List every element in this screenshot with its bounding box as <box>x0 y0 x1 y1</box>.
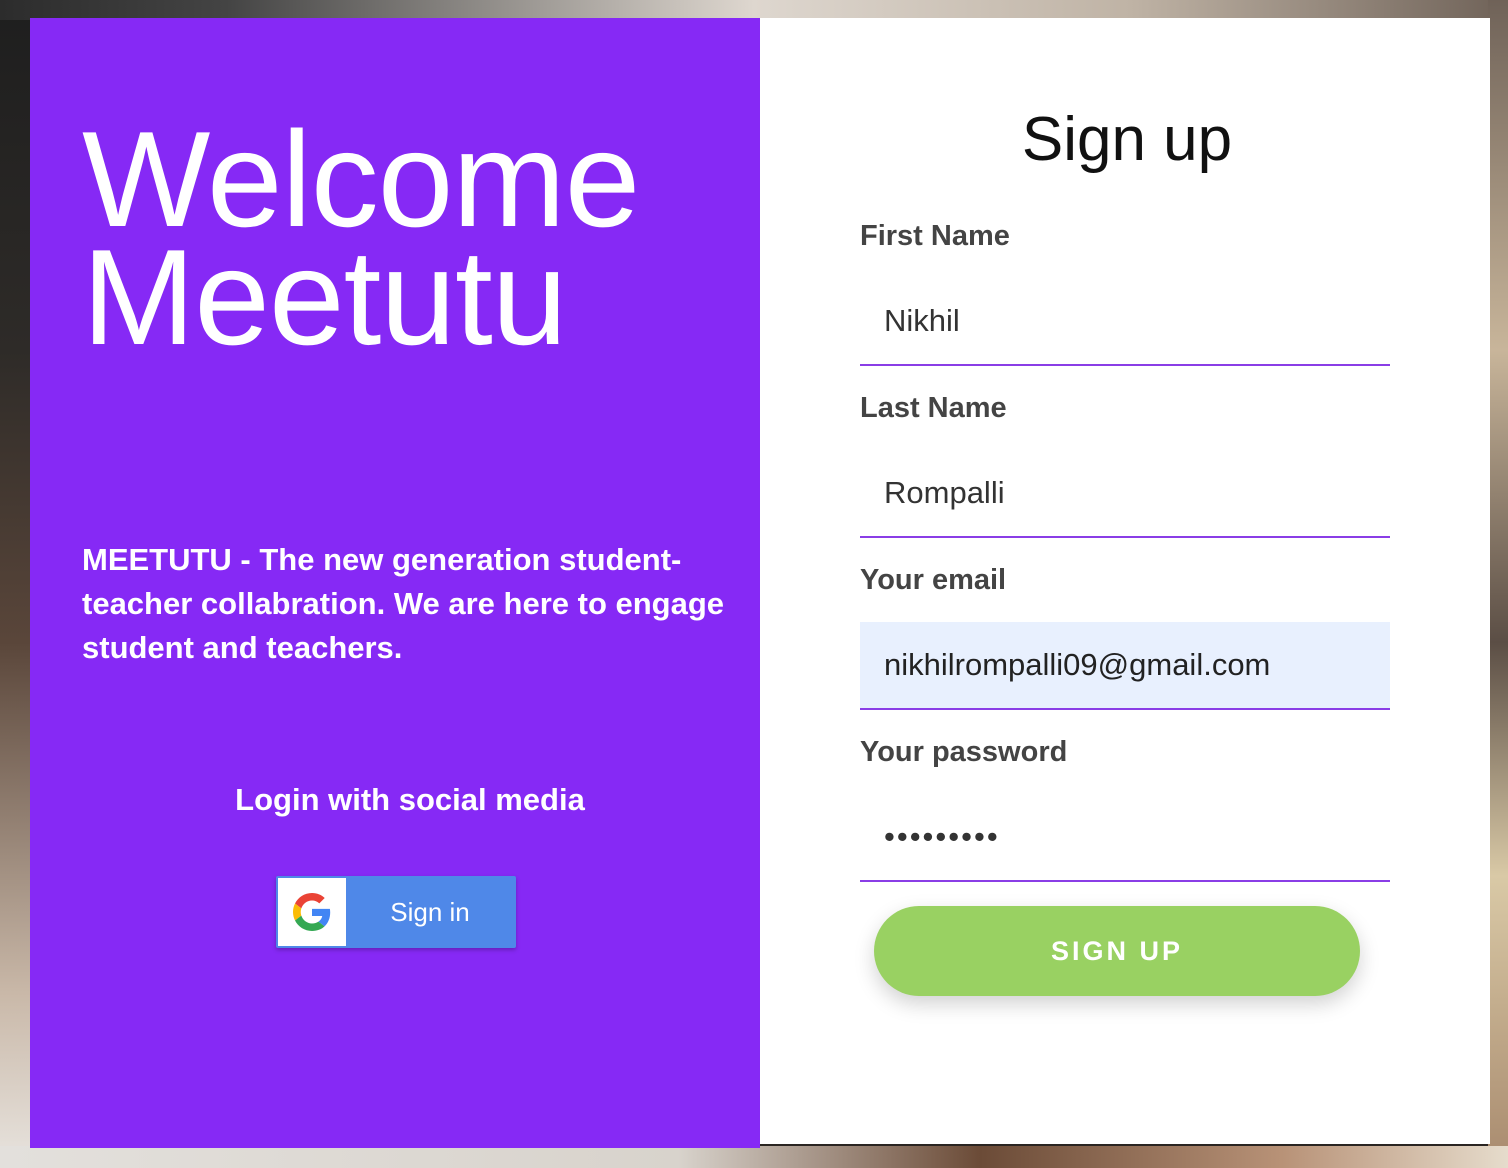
background-bottom-edge <box>0 1146 1508 1168</box>
google-icon-container <box>278 878 346 946</box>
first-name-label: First Name <box>860 220 1010 252</box>
email-input[interactable] <box>860 622 1390 710</box>
social-login-title: Login with social media <box>235 782 585 817</box>
email-field: Your email <box>860 564 1390 710</box>
welcome-heading: Welcome Meetutu <box>82 111 722 373</box>
google-sign-in-button[interactable]: Sign in <box>276 876 516 948</box>
background-top-edge <box>0 0 1508 20</box>
last-name-field: Last Name <box>860 392 1390 538</box>
password-field: Your password <box>860 736 1390 882</box>
first-name-input[interactable] <box>860 278 1390 366</box>
google-sign-in-label: Sign in <box>390 896 470 927</box>
background-right-edge <box>1488 0 1508 1168</box>
last-name-input[interactable] <box>860 450 1390 538</box>
welcome-line-2: Meetutu <box>82 221 567 373</box>
sign-up-button[interactable]: SIGN UP <box>874 906 1360 996</box>
welcome-panel: Welcome Meetutu MEETUTU - The new genera… <box>30 18 760 1148</box>
email-label: Your email <box>860 564 1007 596</box>
first-name-field: First Name <box>860 220 1390 366</box>
password-label: Your password <box>860 736 1068 768</box>
password-input[interactable] <box>860 794 1390 882</box>
signup-form-panel: Sign up First Name Last Name Your email … <box>760 18 1490 1144</box>
tagline-text: MEETUTU - The new generation student-tea… <box>82 542 725 665</box>
google-g-icon <box>293 893 331 931</box>
last-name-label: Last Name <box>860 392 1007 424</box>
signup-title: Sign up <box>1021 105 1233 174</box>
